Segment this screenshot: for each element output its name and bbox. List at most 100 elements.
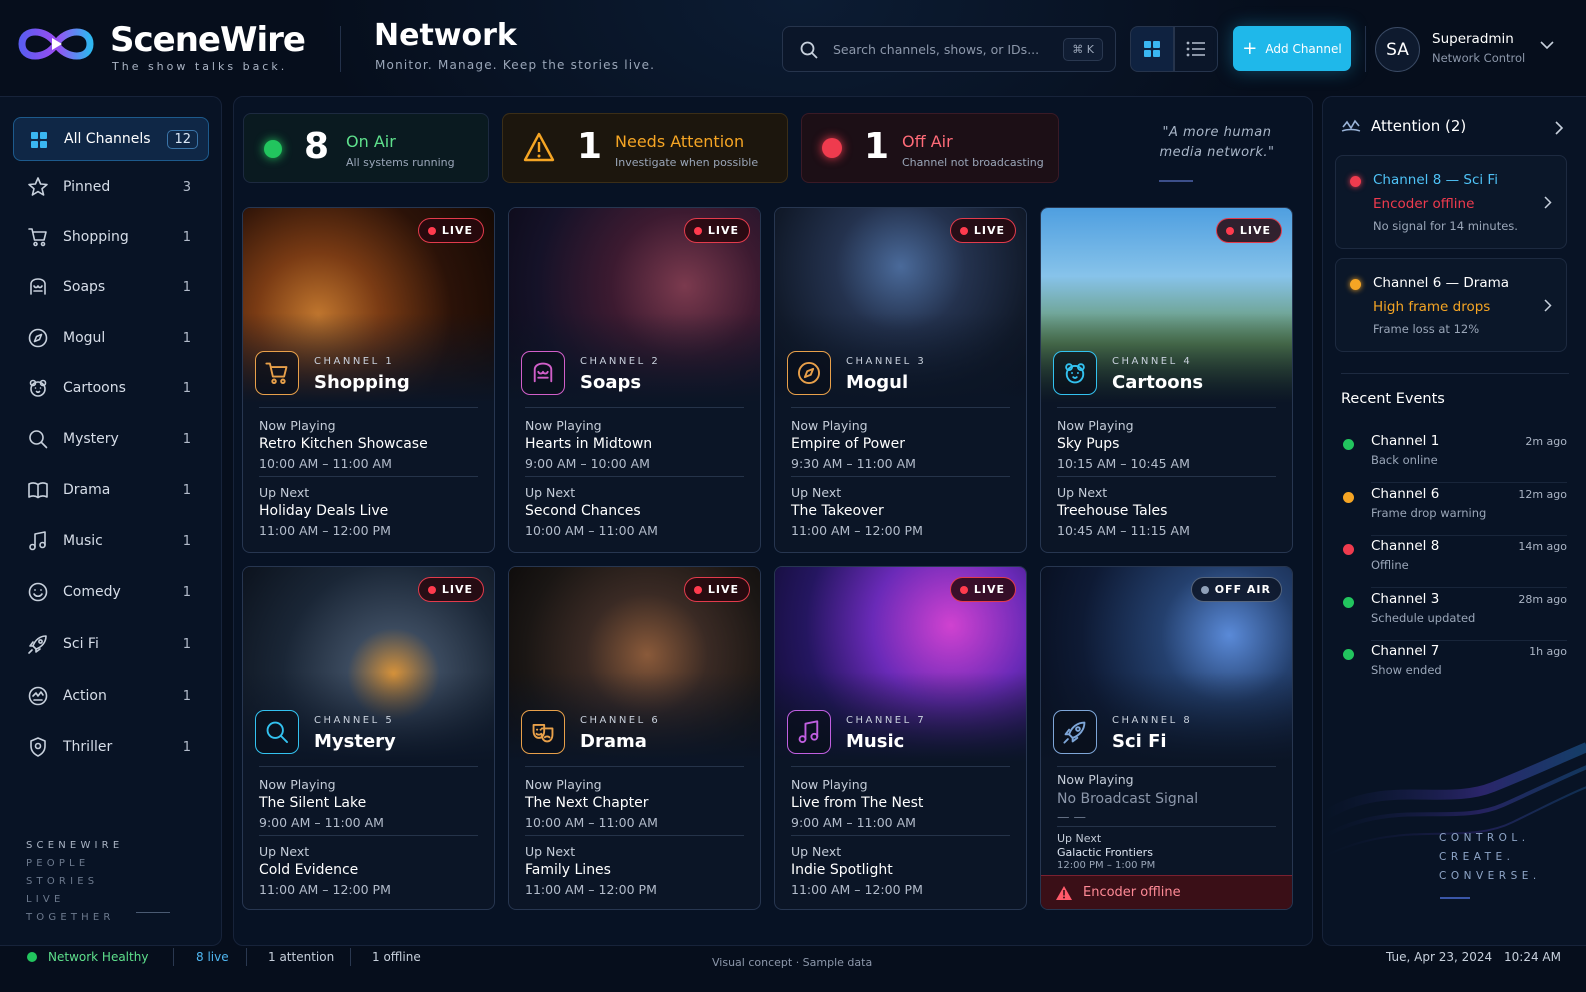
now-playing-title: The Silent Lake — [259, 795, 367, 811]
channel-card[interactable]: LIVE CHANNEL 7 Music Now Playing Live fr… — [774, 566, 1027, 910]
chevron-down-icon[interactable] — [1540, 40, 1554, 50]
badge-dot — [1225, 226, 1234, 235]
attention-item[interactable]: Channel 6 — Drama High frame drops Frame… — [1335, 258, 1567, 352]
sidebar-item-mogul[interactable]: Mogul 1 — [13, 316, 209, 360]
sidebar-item-shopping[interactable]: Shopping 1 — [13, 215, 209, 259]
now-playing-label: Now Playing — [1057, 418, 1134, 433]
channel-card[interactable]: LIVE CHANNEL 2 Soaps Now Playing Hearts … — [508, 207, 761, 553]
encoder-offline-alert[interactable]: Encoder offline — [1041, 875, 1292, 909]
stat-needs-attention[interactable]: 1 Needs Attention Investigate when possi… — [502, 113, 788, 183]
search-input[interactable]: Search channels, shows, or IDs... — [833, 42, 1039, 57]
sidebar-item-count: 3 — [182, 179, 191, 195]
card-divider — [1057, 476, 1276, 477]
footer-offline-count[interactable]: 1 offline — [372, 950, 421, 964]
smile-icon — [27, 581, 49, 603]
event-description: Frame drop warning — [1371, 505, 1487, 520]
live-badge: LIVE — [417, 577, 484, 602]
channel-name: Sci Fi — [1112, 731, 1167, 752]
signal-icon — [1341, 119, 1361, 132]
channel-card[interactable]: LIVE CHANNEL 4 Cartoons Now Playing Sky … — [1040, 207, 1293, 553]
channel-card[interactable]: OFF AIR CHANNEL 8 Sci Fi Now Playing No … — [1040, 566, 1293, 910]
sidebar-item-action[interactable]: Action 1 — [13, 674, 209, 718]
now-playing-label: Now Playing — [525, 418, 602, 433]
sidebar: SCENEWIRE PEOPLE STORIES LIVE TOGETHER All C… — [0, 96, 222, 946]
sidebar-item-count: 1 — [182, 229, 191, 245]
event-description: Schedule updated — [1371, 610, 1476, 625]
sidebar-item-label: Music — [63, 533, 103, 549]
infinity-logo-icon — [18, 28, 94, 60]
channel-name: Mystery — [314, 731, 396, 752]
channel-card[interactable]: LIVE CHANNEL 3 Mogul Now Playing Empire … — [774, 207, 1027, 553]
brand-word: LIVE — [26, 894, 65, 905]
app-header: SceneWire The show talks back. Network M… — [0, 0, 1586, 96]
soaps-icon — [521, 351, 565, 395]
sidebar-item-thriller[interactable]: Thriller 1 — [13, 725, 209, 769]
up-next-time: 11:00 AM – 12:00 PM — [525, 882, 657, 897]
live-badge: LIVE — [949, 218, 1016, 243]
footer-live-count[interactable]: 8 live — [196, 950, 229, 964]
channel-card[interactable]: LIVE CHANNEL 5 Mystery Now Playing The S… — [242, 566, 495, 910]
sidebar-item-cartoons[interactable]: Cartoons 1 — [13, 366, 209, 410]
up-next-time: 12:00 PM – 1:00 PM — [1057, 860, 1156, 871]
channel-number: CHANNEL 8 — [1112, 715, 1193, 726]
sidebar-item-label: Sci Fi — [63, 636, 99, 652]
sidebar-item-sci-fi[interactable]: Sci Fi 1 — [13, 622, 209, 666]
event-item[interactable]: Channel 3 Schedule updated 28m ago — [1341, 589, 1567, 641]
now-playing-title: Sky Pups — [1057, 436, 1120, 452]
channel-name: Soaps — [580, 372, 642, 393]
sidebar-item-pinned[interactable]: Pinned 3 — [13, 165, 209, 209]
chevron-right-icon[interactable] — [1555, 121, 1564, 135]
channel-card[interactable]: LIVE CHANNEL 6 Drama Now Playing The Nex… — [508, 566, 761, 910]
up-next-title: Cold Evidence — [259, 862, 359, 878]
badge-label: LIVE — [441, 583, 473, 596]
decorative-wave — [1323, 742, 1586, 858]
card-divider — [1057, 826, 1276, 827]
avatar[interactable]: SA — [1375, 27, 1420, 72]
sidebar-item-comedy[interactable]: Comedy 1 — [13, 570, 209, 614]
up-next-title: Holiday Deals Live — [259, 503, 389, 519]
up-next-label: Up Next — [1057, 832, 1102, 845]
footer-attention-count[interactable]: 1 attention — [268, 950, 334, 964]
up-next-title: Indie Spotlight — [791, 862, 893, 878]
up-next-label: Up Next — [525, 485, 576, 500]
sidebar-item-music[interactable]: Music 1 — [13, 519, 209, 563]
event-item[interactable]: Channel 8 Offline 14m ago — [1341, 536, 1567, 588]
card-divider — [259, 407, 478, 408]
channel-number: CHANNEL 2 — [580, 356, 661, 367]
badge-label: LIVE — [707, 583, 739, 596]
card-divider — [259, 766, 478, 767]
now-playing-label: Now Playing — [1057, 772, 1134, 787]
attention-header[interactable]: Attention (2) — [1341, 117, 1466, 135]
attention-status-dot — [1350, 176, 1361, 187]
list-view-button[interactable] — [1174, 26, 1218, 72]
event-item[interactable]: Channel 6 Frame drop warning 12m ago — [1341, 484, 1567, 536]
sidebar-item-count: 1 — [182, 533, 191, 549]
now-playing-title: Live from The Nest — [791, 795, 924, 811]
search-box[interactable]: Search channels, shows, or IDs... ⌘ K — [782, 26, 1116, 72]
sidebar-item-count: 1 — [182, 636, 191, 652]
sidebar-item-drama[interactable]: Drama 1 — [13, 468, 209, 512]
off-air-dot — [822, 138, 842, 158]
sidebar-item-soaps[interactable]: Soaps 1 — [13, 265, 209, 309]
grid-view-button[interactable] — [1130, 26, 1174, 72]
event-item[interactable]: Channel 7 Show ended 1h ago — [1341, 641, 1567, 693]
sidebar-item-mystery[interactable]: Mystery 1 — [13, 417, 209, 461]
channel-name: Shopping — [314, 372, 410, 393]
channel-card[interactable]: LIVE CHANNEL 1 Shopping Now Playing Retr… — [242, 207, 495, 553]
attention-detail: Frame loss at 12% — [1373, 322, 1480, 336]
stat-on-air[interactable]: 8 On Air All systems running — [243, 113, 489, 183]
card-divider — [791, 407, 1010, 408]
sidebar-item-all-channels[interactable]: All Channels 12 — [13, 117, 209, 161]
stat-off-air[interactable]: 1 Off Air Channel not broadcasting — [801, 113, 1059, 183]
event-status-dot — [1343, 439, 1354, 450]
up-next-time: 11:00 AM – 12:00 PM — [791, 882, 923, 897]
now-playing-label: Now Playing — [525, 777, 602, 792]
rocket-icon — [27, 633, 49, 655]
attention-status-dot — [1350, 279, 1361, 290]
app-logo[interactable]: SceneWire The show talks back. — [14, 20, 306, 73]
off-air-label: Off Air — [902, 132, 953, 151]
attention-item[interactable]: Channel 8 — Sci Fi Encoder offline No si… — [1335, 155, 1567, 249]
add-channel-button[interactable]: + Add Channel — [1233, 26, 1351, 71]
event-item[interactable]: Channel 1 Back online 2m ago — [1341, 431, 1567, 483]
event-status-dot — [1343, 491, 1354, 503]
